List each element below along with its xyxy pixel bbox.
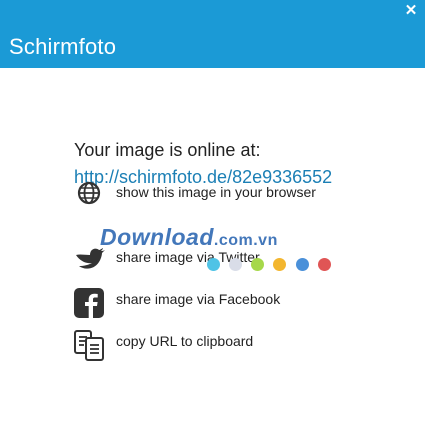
watermark-dot <box>207 258 220 271</box>
clipboard-icon <box>74 330 104 361</box>
watermark-dot <box>273 258 286 271</box>
upload-heading: Your image is online at: <box>74 140 261 160</box>
facebook-icon <box>74 288 104 318</box>
watermark-dot <box>296 258 309 271</box>
share-facebook-label: share image via Facebook <box>116 291 281 307</box>
watermark-dot <box>318 258 331 271</box>
watermark-dot <box>229 258 242 271</box>
copy-url-label: copy URL to clipboard <box>116 333 254 349</box>
globe-icon <box>77 181 101 205</box>
watermark-logo: Download.com.vn <box>100 224 278 250</box>
twitter-icon <box>76 248 105 269</box>
watermark-dot <box>251 258 264 271</box>
open-in-browser-label: show this image in your browser <box>116 184 316 200</box>
title-bar: Schirmfoto ✕ <box>0 0 425 68</box>
window-title: Schirmfoto <box>9 34 117 59</box>
close-icon[interactable]: ✕ <box>403 3 419 19</box>
